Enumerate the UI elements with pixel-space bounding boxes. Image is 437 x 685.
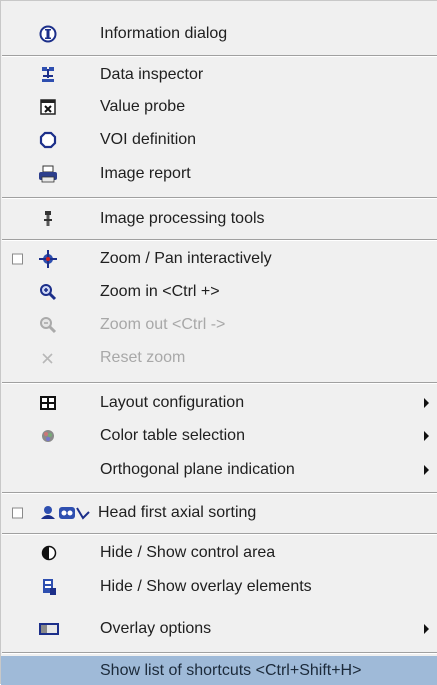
menu-item-show-list-of-shortcuts[interactable]: Show list of shortcuts <Ctrl+Shift+H>	[1, 656, 437, 685]
menu-separator	[2, 533, 437, 535]
menu-item-reset-zoom: Reset zoom	[1, 341, 437, 375]
menu-item-label: Image report	[100, 165, 191, 182]
menu-separator	[2, 652, 437, 654]
menu-separator	[2, 197, 437, 199]
menu-separator	[2, 492, 437, 494]
info-icon	[39, 25, 57, 43]
menu-item-label: Data inspector	[100, 66, 204, 83]
zoom-pan-icon	[39, 250, 57, 268]
menu-separator	[2, 239, 437, 241]
menu-item-label: Value probe	[100, 98, 186, 115]
menu-item-label: Zoom in <Ctrl +>	[100, 283, 220, 300]
reset-zoom-icon	[39, 349, 57, 367]
printer-icon	[38, 165, 58, 183]
menu-item-label: Head first axial sorting	[98, 504, 257, 521]
menu-item-image-processing-tools[interactable]: Image processing tools	[1, 201, 437, 237]
menu-item-label: Hide / Show overlay elements	[100, 578, 312, 595]
menu-item-zoom-pan[interactable]: Zoom / Pan interactively	[1, 243, 437, 275]
overlay-options-icon	[38, 620, 60, 638]
menu-item-overlay-options[interactable]: Overlay options	[1, 611, 437, 647]
menu-item-image-report[interactable]: Image report	[1, 157, 437, 191]
menu-item-label: Image processing tools	[100, 210, 265, 227]
menu-item-label: Information dialog	[100, 25, 228, 42]
zoom-out-icon	[39, 316, 57, 334]
menu-item-color-table-selection[interactable]: Color table selection	[1, 419, 437, 453]
menu-item-data-inspector[interactable]: Data inspector	[1, 59, 437, 91]
processing-tools-icon	[41, 210, 55, 228]
menu-item-label: Zoom / Pan interactively	[100, 250, 272, 267]
overlay-elements-icon	[40, 578, 58, 596]
menu-item-hide-show-control-area[interactable]: Hide / Show control area	[1, 537, 437, 569]
voi-definition-icon	[39, 131, 57, 149]
checkbox[interactable]	[12, 253, 23, 265]
menu-item-head-first-axial-sorting[interactable]: Head first axial sorting	[1, 496, 437, 530]
menu-separator	[2, 55, 437, 57]
layout-icon	[39, 394, 57, 412]
submenu-arrow-icon	[424, 431, 429, 441]
value-probe-icon	[39, 98, 57, 116]
menu-item-label: Color table selection	[100, 427, 245, 444]
context-menu: Information dialog Data inspector Value …	[0, 0, 437, 685]
menu-item-information-dialog[interactable]: Information dialog	[1, 15, 437, 53]
menu-item-label: Layout configuration	[100, 394, 245, 411]
menu-item-label: Hide / Show control area	[100, 544, 276, 561]
menu-item-label: Orthogonal plane indication	[100, 461, 295, 478]
menu-item-voi-definition[interactable]: VOI definition	[1, 123, 437, 157]
submenu-arrow-icon	[424, 624, 429, 634]
menu-item-hide-show-overlay-elements[interactable]: Hide / Show overlay elements	[1, 569, 437, 605]
menu-item-layout-configuration[interactable]: Layout configuration	[1, 387, 437, 419]
menu-item-label: Zoom out <Ctrl ->	[100, 316, 226, 333]
menu-item-label: Show list of shortcuts <Ctrl+Shift+H>	[100, 661, 362, 679]
submenu-arrow-icon	[424, 465, 429, 475]
menu-item-orthogonal-plane-indication[interactable]: Orthogonal plane indication	[1, 453, 437, 487]
menu-item-zoom-out: Zoom out <Ctrl ->	[1, 309, 437, 341]
menu-item-label: VOI definition	[100, 131, 197, 148]
data-inspector-icon	[39, 66, 57, 84]
menu-item-value-probe[interactable]: Value probe	[1, 91, 437, 123]
menu-item-label: Reset zoom	[100, 349, 186, 366]
menu-separator	[2, 382, 437, 384]
head-first-icon	[39, 504, 95, 522]
zoom-in-icon	[39, 283, 57, 301]
color-table-icon	[39, 427, 57, 445]
submenu-arrow-icon	[424, 398, 429, 408]
menu-item-label: Overlay options	[100, 620, 212, 637]
checkbox[interactable]	[12, 507, 23, 519]
menu-item-zoom-in[interactable]: Zoom in <Ctrl +>	[1, 275, 437, 309]
half-circle-icon	[40, 544, 58, 562]
